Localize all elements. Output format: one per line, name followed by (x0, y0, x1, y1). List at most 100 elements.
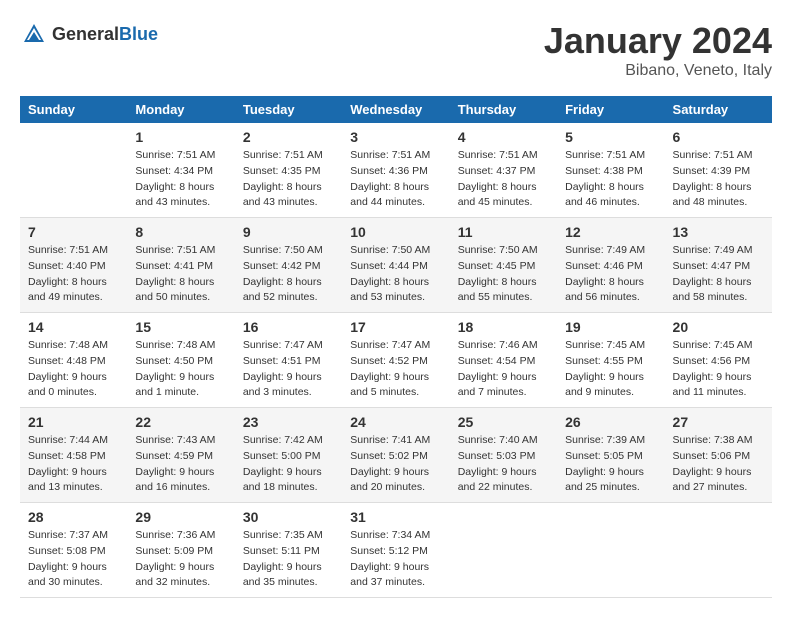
day-of-week-header: Wednesday (342, 96, 449, 123)
calendar-cell: 14 Sunrise: 7:48 AMSunset: 4:48 PMDayligh… (20, 313, 127, 408)
calendar-cell: 4 Sunrise: 7:51 AMSunset: 4:37 PMDaylight… (450, 123, 557, 218)
calendar-cell (665, 503, 772, 598)
day-number: 26 (565, 414, 656, 430)
day-info: Sunrise: 7:51 AMSunset: 4:36 PMDaylight:… (350, 148, 441, 211)
day-info: Sunrise: 7:49 AMSunset: 4:46 PMDaylight:… (565, 243, 656, 306)
calendar-week-row: 28 Sunrise: 7:37 AMSunset: 5:08 PMDayligh… (20, 503, 772, 598)
calendar-cell: 30 Sunrise: 7:35 AMSunset: 5:11 PMDayligh… (235, 503, 342, 598)
day-info: Sunrise: 7:41 AMSunset: 5:02 PMDaylight:… (350, 433, 441, 496)
day-number: 13 (673, 224, 764, 240)
day-number: 18 (458, 319, 549, 335)
calendar-cell: 2 Sunrise: 7:51 AMSunset: 4:35 PMDaylight… (235, 123, 342, 218)
calendar-header-row: SundayMondayTuesdayWednesdayThursdayFrid… (20, 96, 772, 123)
day-of-week-header: Monday (127, 96, 234, 123)
day-number: 17 (350, 319, 441, 335)
day-info: Sunrise: 7:44 AMSunset: 4:58 PMDaylight:… (28, 433, 119, 496)
day-number: 22 (135, 414, 226, 430)
calendar-cell: 9Sunrise: 7:50 AMSunset: 4:42 PMDaylight… (235, 218, 342, 313)
day-info: Sunrise: 7:51 AMSunset: 4:40 PMDaylight:… (28, 243, 119, 306)
day-info: Sunrise: 7:34 AMSunset: 5:12 PMDaylight:… (350, 528, 441, 591)
day-number: 7 (28, 224, 119, 240)
day-number: 23 (243, 414, 334, 430)
day-number: 4 (458, 129, 549, 145)
day-info: Sunrise: 7:51 AMSunset: 4:35 PMDaylight:… (243, 148, 334, 211)
calendar-cell: 10 Sunrise: 7:50 AMSunset: 4:44 PMDayligh… (342, 218, 449, 313)
day-number: 8 (135, 224, 226, 240)
day-info: Sunrise: 7:48 AMSunset: 4:50 PMDaylight:… (135, 338, 226, 401)
calendar-cell (20, 123, 127, 218)
day-info: Sunrise: 7:47 AMSunset: 4:52 PMDaylight:… (350, 338, 441, 401)
day-number: 1 (135, 129, 226, 145)
calendar-cell: 17 Sunrise: 7:47 AMSunset: 4:52 PMDayligh… (342, 313, 449, 408)
title-block: January 2024 Bibano, Veneto, Italy (544, 20, 772, 80)
logo-icon (20, 20, 48, 48)
day-of-week-header: Friday (557, 96, 664, 123)
calendar-title: January 2024 (544, 20, 772, 62)
day-number: 11 (458, 224, 549, 240)
day-number: 27 (673, 414, 764, 430)
day-of-week-header: Saturday (665, 96, 772, 123)
day-info: Sunrise: 7:51 AMSunset: 4:37 PMDaylight:… (458, 148, 549, 211)
day-number: 3 (350, 129, 441, 145)
day-number: 10 (350, 224, 441, 240)
day-info: Sunrise: 7:49 AMSunset: 4:47 PMDaylight:… (673, 243, 764, 306)
calendar-cell: 16Sunrise: 7:47 AMSunset: 4:51 PMDayligh… (235, 313, 342, 408)
day-number: 20 (673, 319, 764, 335)
calendar-cell: 27 Sunrise: 7:38 AMSunset: 5:06 PMDayligh… (665, 408, 772, 503)
calendar-cell: 1Sunrise: 7:51 AMSunset: 4:34 PMDaylight… (127, 123, 234, 218)
logo-text-general: General (52, 24, 119, 44)
calendar-cell: 26 Sunrise: 7:39 AMSunset: 5:05 PMDayligh… (557, 408, 664, 503)
logo-text-blue: Blue (119, 24, 158, 44)
calendar-cell: 8 Sunrise: 7:51 AMSunset: 4:41 PMDaylight… (127, 218, 234, 313)
calendar-week-row: 1Sunrise: 7:51 AMSunset: 4:34 PMDaylight… (20, 123, 772, 218)
day-number: 28 (28, 509, 119, 525)
calendar-cell: 18Sunrise: 7:46 AMSunset: 4:54 PMDayligh… (450, 313, 557, 408)
day-number: 12 (565, 224, 656, 240)
calendar-cell: 22 Sunrise: 7:43 AMSunset: 4:59 PMDayligh… (127, 408, 234, 503)
calendar-cell: 24 Sunrise: 7:41 AMSunset: 5:02 PMDayligh… (342, 408, 449, 503)
day-info: Sunrise: 7:39 AMSunset: 5:05 PMDaylight:… (565, 433, 656, 496)
day-info: Sunrise: 7:50 AMSunset: 4:42 PMDaylight:… (243, 243, 334, 306)
day-info: Sunrise: 7:50 AMSunset: 4:45 PMDaylight:… (458, 243, 549, 306)
calendar-cell (450, 503, 557, 598)
day-number: 31 (350, 509, 441, 525)
calendar-cell: 6 Sunrise: 7:51 AMSunset: 4:39 PMDaylight… (665, 123, 772, 218)
day-info: Sunrise: 7:45 AMSunset: 4:56 PMDaylight:… (673, 338, 764, 401)
calendar-week-row: 14 Sunrise: 7:48 AMSunset: 4:48 PMDayligh… (20, 313, 772, 408)
day-info: Sunrise: 7:47 AMSunset: 4:51 PMDaylight:… (243, 338, 334, 401)
day-number: 29 (135, 509, 226, 525)
day-number: 15 (135, 319, 226, 335)
day-info: Sunrise: 7:40 AMSunset: 5:03 PMDaylight:… (458, 433, 549, 496)
day-number: 25 (458, 414, 549, 430)
day-of-week-header: Thursday (450, 96, 557, 123)
day-info: Sunrise: 7:43 AMSunset: 4:59 PMDaylight:… (135, 433, 226, 496)
day-number: 14 (28, 319, 119, 335)
day-info: Sunrise: 7:51 AMSunset: 4:38 PMDaylight:… (565, 148, 656, 211)
day-info: Sunrise: 7:35 AMSunset: 5:11 PMDaylight:… (243, 528, 334, 591)
day-info: Sunrise: 7:50 AMSunset: 4:44 PMDaylight:… (350, 243, 441, 306)
day-number: 30 (243, 509, 334, 525)
day-info: Sunrise: 7:37 AMSunset: 5:08 PMDaylight:… (28, 528, 119, 591)
day-number: 24 (350, 414, 441, 430)
calendar-week-row: 21 Sunrise: 7:44 AMSunset: 4:58 PMDayligh… (20, 408, 772, 503)
day-info: Sunrise: 7:38 AMSunset: 5:06 PMDaylight:… (673, 433, 764, 496)
day-number: 5 (565, 129, 656, 145)
calendar-cell: 29Sunrise: 7:36 AMSunset: 5:09 PMDayligh… (127, 503, 234, 598)
day-number: 6 (673, 129, 764, 145)
calendar-table: SundayMondayTuesdayWednesdayThursdayFrid… (20, 96, 772, 598)
page-header: GeneralBlue January 2024 Bibano, Veneto,… (20, 20, 772, 80)
day-info: Sunrise: 7:51 AMSunset: 4:39 PMDaylight:… (673, 148, 764, 211)
calendar-cell: 13 Sunrise: 7:49 AMSunset: 4:47 PMDayligh… (665, 218, 772, 313)
calendar-cell: 28 Sunrise: 7:37 AMSunset: 5:08 PMDayligh… (20, 503, 127, 598)
calendar-cell: 31 Sunrise: 7:34 AMSunset: 5:12 PMDayligh… (342, 503, 449, 598)
day-info: Sunrise: 7:51 AMSunset: 4:41 PMDaylight:… (135, 243, 226, 306)
calendar-cell: 23Sunrise: 7:42 AMSunset: 5:00 PMDayligh… (235, 408, 342, 503)
day-of-week-header: Tuesday (235, 96, 342, 123)
calendar-cell: 15 Sunrise: 7:48 AMSunset: 4:50 PMDayligh… (127, 313, 234, 408)
day-number: 21 (28, 414, 119, 430)
calendar-cell (557, 503, 664, 598)
day-info: Sunrise: 7:48 AMSunset: 4:48 PMDaylight:… (28, 338, 119, 401)
day-number: 2 (243, 129, 334, 145)
calendar-location: Bibano, Veneto, Italy (544, 62, 772, 80)
day-info: Sunrise: 7:45 AMSunset: 4:55 PMDaylight:… (565, 338, 656, 401)
